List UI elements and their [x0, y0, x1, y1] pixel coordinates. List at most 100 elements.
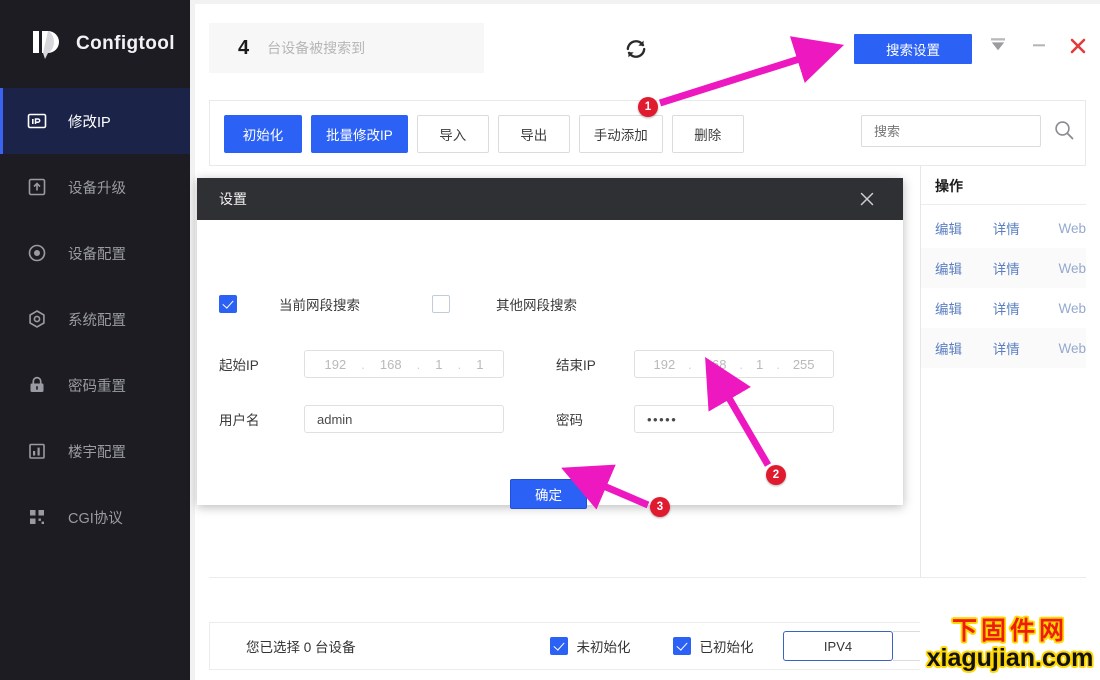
row-web-link[interactable]: Web [1058, 301, 1086, 316]
device-count-box: 4 台设备被搜索到 [209, 23, 484, 73]
label-username: 用户名 [219, 413, 260, 428]
refresh-icon[interactable] [623, 36, 649, 62]
toolbar-button-delete[interactable]: 删除 [671, 115, 744, 153]
toolbar-button-manual-add[interactable]: 手动添加 [578, 115, 663, 153]
username-input[interactable] [304, 405, 504, 433]
ip-dot: . [739, 356, 744, 372]
toolbar-button-import[interactable]: 导入 [416, 115, 489, 153]
password-input[interactable] [634, 405, 834, 433]
ip-version-ipv4-button[interactable]: IPV4 [783, 631, 893, 661]
sidebar-item-cgi-protocol[interactable]: CGI协议 [0, 484, 190, 550]
brand-header: Configtool [0, 0, 190, 88]
row-detail-link[interactable]: 详情 [993, 258, 1059, 278]
row-edit-link[interactable]: 编辑 [935, 298, 993, 318]
start-ip-octet-4[interactable]: 1 [476, 357, 483, 372]
sidebar-item-device-upgrade[interactable]: 设备升级 [0, 154, 190, 220]
table-row[interactable]: 编辑 详情 Web [921, 248, 1086, 288]
sidebar-item-label: 楼宇配置 [68, 444, 126, 461]
sidebar-item-label: 设备升级 [68, 180, 126, 197]
sidebar-item-device-config[interactable]: 设备配置 [0, 220, 190, 286]
magnifier-icon[interactable] [1053, 119, 1075, 141]
end-ip-octet-3[interactable]: 1 [756, 357, 763, 372]
checkbox-initialized[interactable] [672, 637, 691, 655]
toolbar-button-initialize[interactable]: 初始化 [224, 115, 302, 153]
dialog-title: 设置 [219, 191, 247, 207]
row-detail-link[interactable]: 详情 [993, 298, 1059, 318]
ip-dot: . [688, 356, 692, 372]
end-ip-octet-2[interactable]: 168 [705, 357, 727, 372]
toolbar-button-batch-modify-ip[interactable]: 批量修改IP [311, 115, 408, 153]
watermark: 下固件网 xiagujian.com [920, 610, 1100, 680]
close-x-icon[interactable] [857, 189, 877, 209]
start-ip-octet-3[interactable]: 1 [435, 357, 442, 372]
checkbox-uninitialized[interactable] [549, 637, 568, 655]
sidebar-item-label: 设备配置 [68, 246, 126, 263]
ip-badge-icon [26, 110, 48, 132]
confirm-button[interactable]: 确定 [510, 479, 587, 509]
sidebar-item-label: 密码重置 [68, 378, 126, 395]
row-edit-link[interactable]: 编辑 [935, 218, 993, 238]
filter-uninitialized[interactable]: 未初始化 [549, 636, 631, 656]
toolbar-button-export[interactable]: 导出 [497, 115, 570, 153]
credentials-row: 用户名 密码 [219, 405, 879, 433]
row-edit-link[interactable]: 编辑 [935, 338, 993, 358]
ip-dot: . [416, 356, 421, 372]
d-logo-icon [32, 28, 62, 60]
start-ip-octet-2[interactable]: 168 [380, 357, 402, 372]
window-header: 4 台设备被搜索到 搜索设置 [195, 4, 1100, 92]
ip-dot: . [361, 356, 365, 372]
selection-summary: 您已选择 0 台设备 [246, 640, 356, 655]
sidebar-item-system-config[interactable]: 系统配置 [0, 286, 190, 352]
dialog-title-bar: 设置 [197, 178, 903, 220]
table-row[interactable]: 编辑 详情 Web [921, 328, 1086, 368]
label-current-segment: 当前网段搜索 [279, 298, 360, 313]
device-count-text: 台设备被搜索到 [267, 40, 366, 56]
table-header-operation: 操作 [935, 178, 963, 194]
segment-search-options: 当前网段搜索 其他网段搜索 [219, 294, 577, 314]
row-web-link[interactable]: Web [1058, 221, 1086, 236]
dialog-body: 当前网段搜索 其他网段搜索 起始IP 192. 168. 1. 1 结束IP 1… [197, 220, 903, 509]
row-web-link[interactable]: Web [1058, 261, 1086, 276]
watermark-chinese: 下固件网 [951, 616, 1068, 645]
end-ip-octet-1[interactable]: 192 [653, 357, 675, 372]
sidebar-item-label: 修改IP [68, 114, 111, 131]
end-ip-octet-4[interactable]: 255 [793, 357, 815, 372]
search-input[interactable] [861, 115, 1041, 147]
search-setting-button[interactable]: 搜索设置 [854, 34, 972, 64]
gear-hex-icon [26, 308, 48, 330]
checkbox-current-segment[interactable] [219, 295, 237, 313]
row-detail-link[interactable]: 详情 [993, 218, 1059, 238]
sidebar-item-password-reset[interactable]: 密码重置 [0, 352, 190, 418]
sidebar-item-building-config[interactable]: 楼宇配置 [0, 418, 190, 484]
grid-squares-icon [26, 506, 48, 528]
start-ip-input[interactable]: 192. 168. 1. 1 [304, 350, 504, 378]
search-setting-dialog: 设置 当前网段搜索 其他网段搜索 起始IP 192. 168. 1. 1 结束I… [197, 178, 903, 509]
table-header-rule [921, 204, 1086, 205]
close-x-icon[interactable] [1068, 36, 1088, 56]
toolbar-buttons: 初始化 批量修改IP 导入 导出 手动添加 删除 [224, 115, 744, 153]
bar-chart-icon [26, 440, 48, 462]
row-edit-link[interactable]: 编辑 [935, 258, 993, 278]
table-bottom-rule [209, 577, 1086, 578]
checkbox-other-segment[interactable] [432, 295, 450, 313]
sidebar-item-modify-ip[interactable]: 修改IP [0, 88, 190, 154]
row-detail-link[interactable]: 详情 [993, 338, 1059, 358]
row-web-link[interactable]: Web [1058, 341, 1086, 356]
start-ip-octet-1[interactable]: 192 [325, 357, 347, 372]
label-start-ip: 起始IP [219, 358, 259, 373]
ip-dot: . [776, 356, 780, 372]
toolbar-panel: 初始化 批量修改IP 导入 导出 手动添加 删除 [209, 100, 1086, 166]
device-count-number: 4 [238, 36, 250, 59]
table-row[interactable]: 编辑 详情 Web [921, 288, 1086, 328]
application-window: Configtool 修改IP 设备升级 设备配置 系统配置 密码重置 楼宇配置… [0, 0, 1100, 680]
ip-dot: . [457, 356, 462, 372]
filter-initialized[interactable]: 已初始化 [672, 636, 754, 656]
table-row[interactable]: 编辑 详情 Web [921, 208, 1086, 248]
minimize-icon[interactable] [1030, 36, 1048, 54]
end-ip-input[interactable]: 192. 168. 1. 255 [634, 350, 834, 378]
filter-initialized-label: 已初始化 [699, 640, 754, 655]
label-other-segment: 其他网段搜索 [496, 298, 577, 313]
ip-range-row: 起始IP 192. 168. 1. 1 结束IP 192. 168. 1. 25… [219, 350, 879, 378]
brand-name: Configtool [76, 33, 175, 54]
filter-funnel-icon[interactable] [989, 36, 1007, 54]
